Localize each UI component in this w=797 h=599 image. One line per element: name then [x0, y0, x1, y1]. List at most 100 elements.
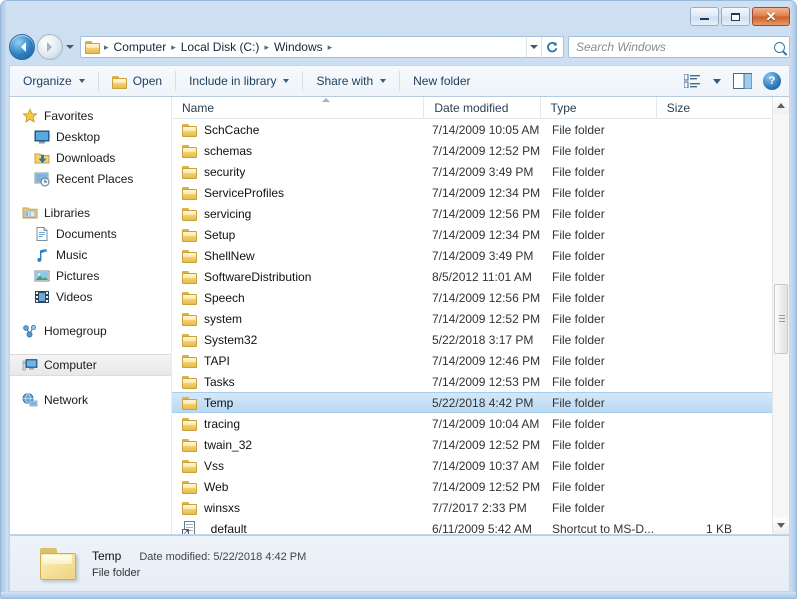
cell-type: Shortcut to MS-D... — [552, 521, 655, 535]
table-row[interactable]: security 7/14/2009 3:49 PM File folder — [172, 161, 772, 182]
search-box[interactable]: Search Windows — [568, 36, 790, 58]
cell-type: File folder — [552, 479, 605, 494]
minimize-button[interactable] — [690, 7, 719, 26]
address-folder-icon — [85, 40, 101, 54]
sidebar-label: Videos — [56, 289, 93, 304]
cell-type: File folder — [552, 395, 605, 410]
help-button[interactable]: ? — [763, 72, 781, 90]
folder-icon — [182, 480, 198, 494]
music-icon — [34, 247, 50, 263]
sidebar-item-homegroup[interactable]: Homegroup — [10, 320, 171, 341]
sidebar-label: Computer — [44, 358, 97, 372]
chevron-up-icon — [777, 103, 785, 108]
table-row[interactable]: Web 7/14/2009 12:52 PM File folder — [172, 476, 772, 497]
cell-type: File folder — [552, 416, 605, 431]
sidebar-group-libraries[interactable]: Libraries — [10, 202, 171, 223]
new-folder-button[interactable]: New folder — [404, 69, 479, 93]
forward-button[interactable] — [37, 34, 63, 60]
table-row[interactable]: Setup 7/14/2009 12:34 PM File folder — [172, 224, 772, 245]
cell-date-modified: 7/14/2009 12:52 PM — [432, 437, 541, 452]
network-icon — [22, 392, 38, 408]
scroll-down-button[interactable] — [773, 517, 789, 534]
table-row[interactable]: SoftwareDistribution 8/5/2012 11:01 AM Fil… — [172, 266, 772, 287]
share-with-button[interactable]: Share with — [307, 69, 395, 93]
table-row[interactable]: winsxs 7/7/2017 2:33 PM File folder — [172, 497, 772, 518]
history-dropdown-button[interactable] — [63, 34, 77, 60]
recent-places-icon — [34, 171, 50, 187]
sidebar-label: Recent Places — [56, 171, 134, 186]
table-row[interactable]: Temp 5/22/2018 4:42 PM File folder — [172, 392, 772, 413]
scrollbar-track[interactable] — [773, 114, 789, 517]
scrollbar-thumb[interactable] — [774, 284, 788, 354]
refresh-button[interactable] — [541, 37, 561, 57]
details-pane: Temp Date modified: 5/22/2018 4:42 PM Fi… — [9, 535, 790, 592]
sidebar-item-music[interactable]: Music — [10, 244, 171, 265]
libraries-icon — [22, 205, 38, 221]
breadcrumb-item-computer[interactable]: Computer — [110, 39, 171, 55]
cell-date-modified: 8/5/2012 11:01 AM — [432, 269, 532, 284]
file-name-label: SoftwareDistribution — [204, 269, 312, 284]
table-row[interactable]: Vss 7/14/2009 10:37 AM File folder — [172, 455, 772, 476]
breadcrumb-item-windows[interactable]: Windows — [270, 39, 327, 55]
table-row[interactable]: schemas 7/14/2009 12:52 PM File folder — [172, 140, 772, 161]
vertical-scrollbar[interactable] — [772, 97, 789, 534]
table-row[interactable]: tracing 7/14/2009 10:04 AM File folder — [172, 413, 772, 434]
sidebar-item-recent-places[interactable]: Recent Places — [10, 168, 171, 189]
maximize-button[interactable] — [721, 7, 750, 26]
breadcrumb-item-local-disk[interactable]: Local Disk (C:) — [177, 39, 264, 55]
include-in-library-button[interactable]: Include in library — [180, 69, 298, 93]
table-row[interactable]: servicing 7/14/2009 12:56 PM File folder — [172, 203, 772, 224]
change-view-button[interactable] — [681, 71, 703, 91]
details-row-primary: Temp Date modified: 5/22/2018 4:42 PM — [92, 549, 306, 563]
cell-name: Tasks — [172, 375, 432, 389]
table-row[interactable]: ServiceProfiles 7/14/2009 12:34 PM File fo… — [172, 182, 772, 203]
command-toolbar: Organize Open Include in library Share w… — [9, 65, 790, 97]
sidebar-item-videos[interactable]: Videos — [10, 286, 171, 307]
toolbar-separator — [302, 71, 304, 91]
column-header-type[interactable]: Type — [539, 97, 656, 119]
desktop-icon — [34, 129, 50, 145]
address-dropdown-button[interactable] — [526, 37, 541, 57]
details-text: Temp Date modified: 5/22/2018 4:42 PM Fi… — [92, 549, 306, 579]
documents-icon — [34, 226, 50, 242]
open-button[interactable]: Open — [103, 69, 171, 93]
column-header-date-modified[interactable]: Date modified — [423, 97, 539, 119]
column-label: Name — [182, 100, 215, 115]
homegroup-icon — [22, 323, 38, 339]
sidebar-item-desktop[interactable]: Desktop — [10, 126, 171, 147]
table-row[interactable]: SchCache 7/14/2009 10:05 AM File folder — [172, 119, 772, 140]
column-header-size[interactable]: Size — [655, 97, 772, 119]
table-row[interactable]: System32 5/22/2018 3:17 PM File folder — [172, 329, 772, 350]
column-header-name[interactable]: Name — [172, 97, 423, 119]
table-row[interactable]: ShellNew 7/14/2009 3:49 PM File folder — [172, 245, 772, 266]
maximize-icon — [731, 12, 740, 21]
sidebar-item-computer[interactable]: Computer — [10, 354, 171, 376]
cell-date-modified: 7/14/2009 12:52 PM — [432, 311, 541, 326]
table-row[interactable]: TAPI 7/14/2009 12:46 PM File folder — [172, 350, 772, 371]
preview-pane-button[interactable] — [729, 70, 755, 92]
details-date-value[interactable]: 5/22/2018 4:42 PM — [213, 551, 306, 563]
folder-icon — [182, 270, 198, 284]
sidebar-item-pictures[interactable]: Pictures — [10, 265, 171, 286]
sidebar-item-documents[interactable]: Documents — [10, 223, 171, 244]
table-row[interactable]: ↗ _default 6/11/2009 5:42 AM Shortcut to MS… — [172, 518, 772, 534]
table-row[interactable]: Speech 7/14/2009 12:56 PM File folder — [172, 287, 772, 308]
address-bar[interactable]: ▸ Computer ▸ Local Disk (C:) ▸ Windows ▸ — [80, 36, 564, 58]
file-name-label: SchCache — [204, 122, 260, 137]
table-row[interactable]: Tasks 7/14/2009 12:53 PM File folder — [172, 371, 772, 392]
scroll-up-button[interactable] — [773, 97, 789, 114]
close-button[interactable]: ✕ — [752, 7, 790, 26]
breadcrumb-separator: ▸ — [171, 41, 176, 52]
view-dropdown-button[interactable] — [705, 71, 727, 91]
cell-name: security — [172, 165, 432, 179]
cell-name: Web — [172, 480, 432, 494]
sidebar-group-favorites[interactable]: Favorites — [10, 105, 171, 126]
sidebar-item-network[interactable]: Network — [10, 389, 171, 410]
table-row[interactable]: system 7/14/2009 12:52 PM File folder — [172, 308, 772, 329]
search-input[interactable]: Search Windows — [576, 40, 774, 54]
back-button[interactable] — [9, 34, 35, 60]
chevron-down-icon — [66, 45, 74, 49]
sidebar-item-downloads[interactable]: Downloads — [10, 147, 171, 168]
table-row[interactable]: twain_32 7/14/2009 12:52 PM File folder — [172, 434, 772, 455]
organize-button[interactable]: Organize — [14, 69, 94, 93]
